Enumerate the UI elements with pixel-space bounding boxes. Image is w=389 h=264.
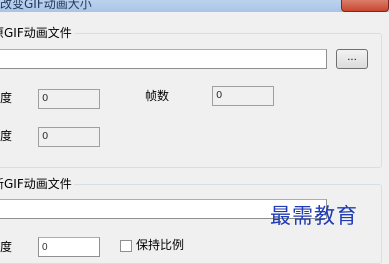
source-height-label: 高度 xyxy=(0,129,13,143)
source-path-field[interactable] xyxy=(0,49,327,69)
source-gif-legend: 原GIF动画文件 xyxy=(0,26,74,40)
target-width-label: 宽度 xyxy=(0,240,13,254)
title-bar: 改变GIF动画大小 xyxy=(0,0,389,12)
target-width-field[interactable] xyxy=(38,237,100,257)
source-width-field: 0 xyxy=(38,89,100,109)
frames-label: 帧数 xyxy=(145,89,170,103)
watermark-text: 最需教育 xyxy=(270,204,358,228)
source-height-field: 0 xyxy=(38,127,100,147)
window-title: 改变GIF动画大小 xyxy=(0,0,92,11)
source-width-label: 宽度 xyxy=(0,91,13,105)
browse-button[interactable]: ... xyxy=(336,49,368,69)
keep-ratio-label: 保持比例 xyxy=(136,238,185,252)
keep-ratio-checkbox[interactable] xyxy=(120,240,132,252)
close-button[interactable] xyxy=(341,0,389,12)
target-gif-legend: 新GIF动画文件 xyxy=(0,177,74,191)
frames-field: 0 xyxy=(212,86,274,106)
